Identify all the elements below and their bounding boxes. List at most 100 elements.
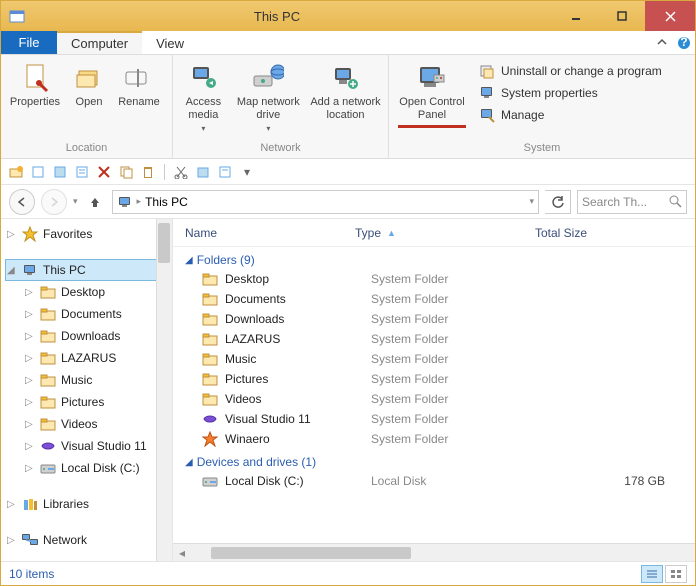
file-menu[interactable]: File [1,31,57,54]
tab-computer[interactable]: Computer [57,31,142,54]
manage-icon [479,107,495,123]
minimize-button[interactable] [553,1,599,31]
maximize-button[interactable] [599,1,645,31]
open-control-panel-button[interactable]: Open Control Panel [395,59,469,140]
close-button[interactable] [645,1,695,31]
quick-access-toolbar: ▾ [1,159,695,185]
list-item[interactable]: WinaeroSystem Folder [173,429,695,449]
details-view-button[interactable] [641,565,663,583]
folder-icon [201,391,219,407]
uninstall-icon [479,63,495,79]
folder-icon [39,393,57,411]
tree-child[interactable]: ▷Pictures [5,391,172,413]
tree-child[interactable]: ▷Documents [5,303,172,325]
system-properties-button[interactable]: System properties [475,83,666,103]
tree-child[interactable]: ▷Desktop [5,281,172,303]
list-item[interactable]: Visual Studio 11System Folder [173,409,695,429]
sort-indicator: ▲ [387,228,396,238]
highlight-underline [398,125,466,128]
tree-child[interactable]: ▷LAZARUS [5,347,172,369]
tree-child[interactable]: ▷Videos [5,413,172,435]
address-text: This PC [145,195,188,209]
col-total-size[interactable]: Total Size [535,226,695,240]
folder-icon [39,283,57,301]
qat-btn-10[interactable] [216,163,234,181]
tree-this-pc[interactable]: ◢This PC [5,259,172,281]
pc-icon [117,194,133,210]
col-name[interactable]: Name [185,226,355,240]
folder-icon [201,311,219,327]
uninstall-button[interactable]: Uninstall or change a program [475,61,666,81]
qat-copy[interactable] [117,163,135,181]
tree-libraries[interactable]: ▷Libraries [5,493,172,515]
group-system-label: System [395,140,689,156]
rename-button[interactable]: Rename [115,59,163,109]
folder-icon [39,327,57,345]
list-item[interactable]: DownloadsSystem Folder [173,309,695,329]
folder-icon [39,349,57,367]
h-scrollbar[interactable]: ◂ [173,543,695,561]
collapse-ribbon-button[interactable] [651,31,673,54]
group-location-label: Location [7,140,166,156]
manage-button[interactable]: Manage [475,105,666,125]
star-icon [201,431,219,447]
qat-new-folder[interactable] [7,163,25,181]
back-button[interactable] [9,189,35,215]
properties-button[interactable]: Properties [7,59,63,109]
forward-button[interactable] [41,189,67,215]
search-box[interactable]: Search Th... [577,190,687,214]
open-button[interactable]: Open [69,59,109,109]
tree-network[interactable]: ▷Network [5,529,172,551]
window-title: This PC [1,9,553,24]
tree-scrollbar[interactable] [156,219,172,561]
list-item[interactable]: DesktopSystem Folder [173,269,695,289]
folder-icon [201,351,219,367]
window-icon [9,8,25,24]
qat-paste[interactable] [139,163,157,181]
tree-favorites[interactable]: ▷Favorites [5,223,172,245]
folder-icon [201,291,219,307]
list-item[interactable]: PicturesSystem Folder [173,369,695,389]
tab-view[interactable]: View [142,31,198,54]
tree-child[interactable]: ▷Downloads [5,325,172,347]
address-bar[interactable]: ▸ This PC ▾ [112,190,539,214]
qat-btn-2[interactable] [29,163,47,181]
folder-icon [39,415,57,433]
group-drives[interactable]: ◢Devices and drives (1) [173,449,695,471]
qat-dropdown[interactable]: ▾ [238,163,256,181]
help-button[interactable]: ? [673,31,695,54]
qat-btn-9[interactable] [194,163,212,181]
tree-child[interactable]: ▷Music [5,369,172,391]
qat-delete[interactable] [95,163,113,181]
qat-cut[interactable] [172,163,190,181]
list-item[interactable]: LAZARUSSystem Folder [173,329,695,349]
refresh-button[interactable] [545,190,571,214]
list-item[interactable]: VideosSystem Folder [173,389,695,409]
access-media-button[interactable]: Access media▾ [179,59,228,133]
search-icon [669,195,682,208]
recent-dropdown[interactable]: ▾ [73,196,78,207]
pc-icon [21,261,39,279]
column-headers: Name Type▲ Total Size [173,219,695,247]
network-icon [21,531,39,549]
system-properties-icon [479,85,495,101]
folder-icon [39,305,57,323]
tree-child[interactable]: ▷Visual Studio 11 [5,435,172,457]
qat-btn-4[interactable] [73,163,91,181]
group-folders[interactable]: ◢Folders (9) [173,247,695,269]
map-network-drive-button[interactable]: Map network drive▾ [234,59,303,133]
qat-btn-3[interactable] [51,163,69,181]
folder-icon [39,459,57,477]
add-network-location-button[interactable]: Add a network location [309,59,382,121]
folder-icon [201,331,219,347]
icons-view-button[interactable] [665,565,687,583]
file-list: Name Type▲ Total Size ◢Folders (9) Deskt… [173,219,695,561]
search-placeholder: Search Th... [582,195,665,209]
list-item[interactable]: DocumentsSystem Folder [173,289,695,309]
list-item[interactable]: Local Disk (C:)Local Disk178 GB [173,471,695,491]
tree-child[interactable]: ▷Local Disk (C:) [5,457,172,479]
up-button[interactable] [84,195,106,209]
titlebar: This PC [1,1,695,31]
list-item[interactable]: MusicSystem Folder [173,349,695,369]
col-type[interactable]: Type▲ [355,226,535,240]
